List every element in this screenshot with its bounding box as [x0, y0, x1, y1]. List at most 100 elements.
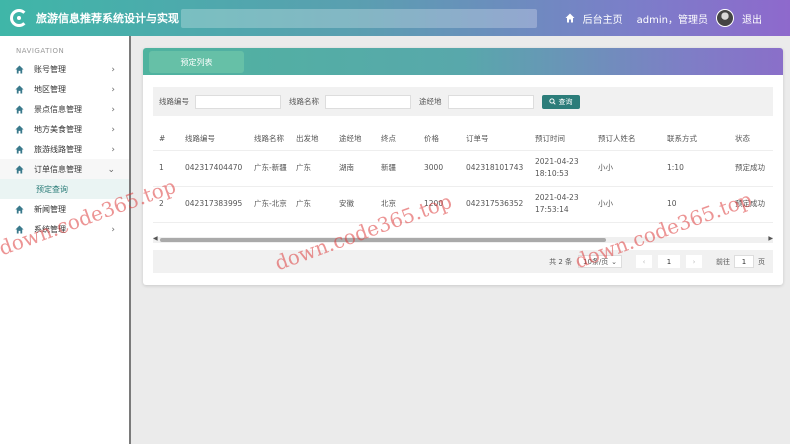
prev-page-button[interactable]: ‹	[636, 255, 652, 268]
column-header: 联系方式	[661, 128, 729, 151]
sidebar-item-label: 景点信息管理	[34, 104, 82, 114]
sidebar-item-orders[interactable]: 订单信息管理 ⌄	[0, 159, 129, 179]
table-cell: 小小	[592, 186, 661, 223]
goto-page-input[interactable]: 1	[734, 255, 754, 268]
logout-button[interactable]: 退出	[742, 11, 762, 26]
goto-label: 前往	[716, 257, 730, 266]
pagination: 共 2 条 10条/页 ⌄ ‹ 1 › 前往 1 页	[153, 250, 773, 273]
page-suffix: 页	[758, 257, 765, 266]
scroll-thumb[interactable]	[160, 238, 606, 242]
column-header: 途经地	[333, 128, 375, 151]
table-cell: 北京	[375, 186, 418, 223]
table-cell: 3000	[418, 150, 460, 187]
table-cell: 安徽	[333, 186, 375, 223]
table-cell: 1200	[418, 186, 460, 223]
table-row[interactable]: 2 042317383995 广东-北京 广东 安徽 北京 1200 04231…	[153, 186, 773, 223]
chevron-down-icon: ⌄	[611, 257, 617, 266]
sidebar-subitem-booking-query[interactable]: 预定查询	[0, 179, 129, 199]
chevron-right-icon: ›	[111, 65, 115, 75]
table-cell: 10	[661, 186, 729, 223]
table-cell: 广东-北京	[248, 186, 290, 223]
table-cell: 1:10	[661, 150, 729, 187]
avatar[interactable]	[716, 9, 734, 27]
table-cell: 2	[153, 186, 179, 223]
column-header: 终点	[375, 128, 418, 151]
sidebar-item-label: 地区管理	[34, 84, 66, 94]
table-cell: 广东	[290, 150, 333, 187]
column-header: 订单号	[460, 128, 529, 151]
route-name-label: 线路名称	[289, 97, 319, 106]
chevron-right-icon: ›	[692, 257, 696, 266]
chevron-right-icon: ›	[111, 225, 115, 235]
search-button[interactable]: 查询	[541, 94, 580, 109]
home-icon	[15, 104, 24, 114]
chevron-right-icon: ›	[111, 125, 115, 135]
chevron-right-icon: ›	[111, 145, 115, 155]
route-name-input[interactable]	[325, 94, 411, 109]
sidebar-item-label: 订单信息管理	[34, 164, 82, 174]
table-cell: 2021-04-23 18:10:53	[529, 150, 592, 187]
sidebar-item-news[interactable]: 新闻管理	[0, 199, 129, 219]
search-icon	[548, 98, 556, 105]
route-no-input[interactable]	[195, 94, 281, 109]
via-input[interactable]	[447, 94, 534, 109]
header-search-bar[interactable]	[181, 9, 537, 28]
table-cell: 广东-新疆	[248, 150, 290, 187]
via-label: 途经地	[419, 97, 442, 106]
sidebar: NAVIGATION 账号管理 › 地区管理 › 景点信息管理 › 地方美食管理…	[0, 36, 131, 444]
sidebar-item-system[interactable]: 系统管理 ›	[0, 219, 129, 239]
sidebar-item-regions[interactable]: 地区管理 ›	[0, 79, 129, 99]
chevron-right-icon: ›	[111, 85, 115, 95]
column-header: #	[153, 128, 179, 151]
home-icon	[15, 204, 24, 214]
home-icon	[15, 84, 24, 94]
scroll-left-icon[interactable]: ◀	[153, 235, 158, 242]
card-header: 预定列表	[143, 48, 783, 75]
home-icon[interactable]	[565, 13, 575, 23]
sidebar-item-label: 账号管理	[34, 64, 66, 74]
sidebar-item-accounts[interactable]: 账号管理 ›	[0, 59, 129, 79]
table-cell: 广东	[290, 186, 333, 223]
column-header: 线路编号	[179, 128, 248, 151]
table-cell: 1	[153, 150, 179, 187]
page-size-select[interactable]: 10条/页 ⌄	[578, 255, 622, 268]
booking-list-card: 预定列表 线路编号 线路名称 途经地 查询 # 线路编号 线路名称 出发地 途经…	[143, 48, 783, 285]
scroll-right-icon[interactable]: ▶	[768, 235, 773, 242]
column-header: 预订时间	[529, 128, 592, 151]
sidebar-item-label: 地方美食管理	[34, 124, 82, 134]
pagination-total: 共 2 条	[549, 257, 572, 266]
table-cell: 预定成功	[729, 186, 773, 223]
app-title: 旅游信息推荐系统设计与实现	[36, 12, 179, 25]
header-right: 后台主页 admin，管理员 退出	[565, 0, 762, 36]
sidebar-item-attractions[interactable]: 景点信息管理 ›	[0, 99, 129, 119]
route-no-label: 线路编号	[159, 97, 189, 106]
table-row[interactable]: 1 042317404470 广东-新疆 广东 湖南 新疆 3000 04231…	[153, 150, 773, 187]
chevron-down-icon: ⌄	[107, 165, 115, 175]
sidebar-item-routes[interactable]: 旅游线路管理 ›	[0, 139, 129, 159]
table-cell: 042318101743	[460, 150, 529, 187]
home-link[interactable]: 后台主页	[583, 11, 623, 26]
chevron-left-icon: ‹	[642, 257, 646, 266]
tab-booking-list[interactable]: 预定列表	[149, 51, 244, 73]
home-icon	[15, 164, 24, 174]
next-page-button[interactable]: ›	[686, 255, 702, 268]
search-button-label: 查询	[558, 97, 573, 106]
column-header: 状态	[729, 128, 773, 151]
sidebar-item-food[interactable]: 地方美食管理 ›	[0, 119, 129, 139]
current-page[interactable]: 1	[658, 255, 680, 268]
sidebar-item-label: 系统管理	[34, 224, 66, 234]
table-cell: 新疆	[375, 150, 418, 187]
column-header: 线路名称	[248, 128, 290, 151]
home-icon	[15, 64, 24, 74]
page-size-value: 10条/页	[583, 257, 609, 266]
horizontal-scrollbar[interactable]: ◀ ▶	[153, 235, 773, 243]
chevron-right-icon: ›	[111, 105, 115, 115]
top-header: 旅游信息推荐系统设计与实现 后台主页 admin，管理员 退出	[0, 0, 790, 36]
table-cell: 042317536352	[460, 186, 529, 223]
table-cell: 042317383995	[179, 186, 248, 223]
home-icon	[15, 144, 24, 154]
app-logo-icon	[10, 9, 28, 27]
user-label[interactable]: admin，管理员	[637, 11, 708, 26]
table-cell: 预定成功	[729, 150, 773, 187]
table-cell: 小小	[592, 150, 661, 187]
